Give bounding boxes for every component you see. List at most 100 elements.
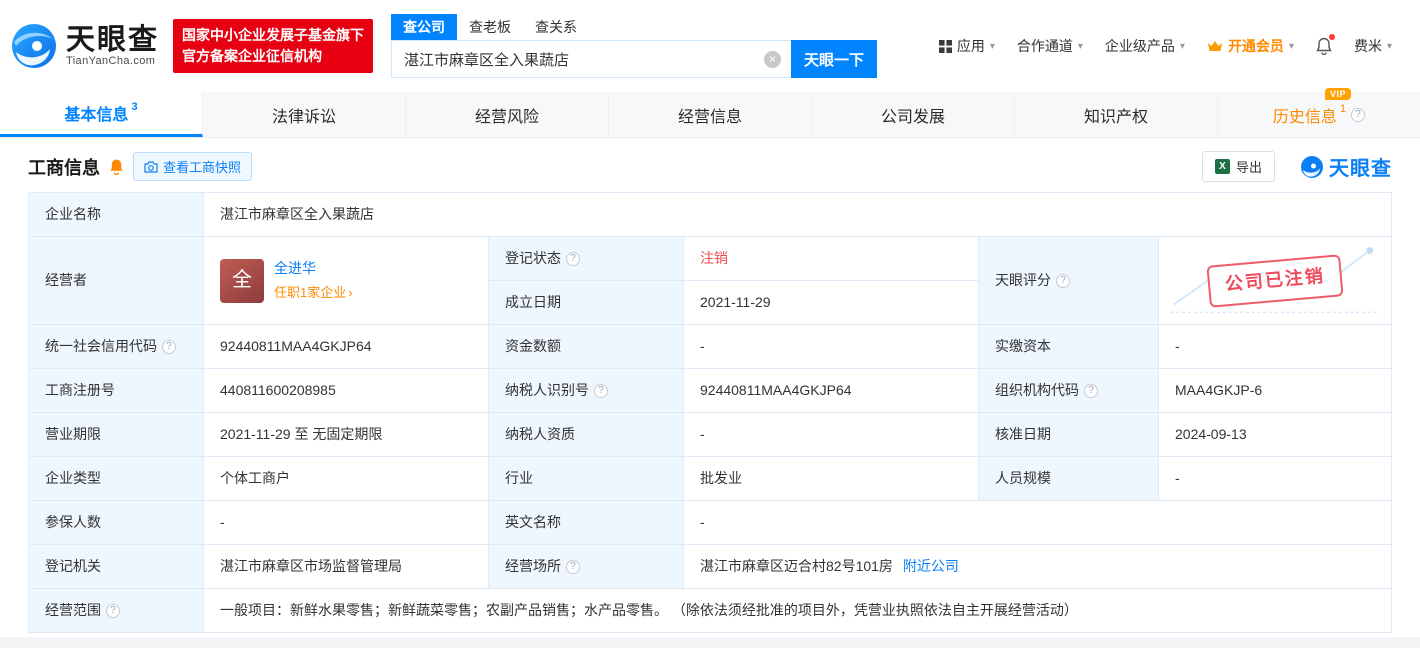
- tab-label: 知识产权: [1084, 103, 1148, 127]
- staff-size-value: -: [1159, 457, 1392, 501]
- search-input[interactable]: [392, 41, 791, 77]
- company-type-label: 企业类型: [29, 457, 204, 501]
- score-stamp-cell: 公司已注销: [1159, 237, 1392, 325]
- tab-label: 经营信息: [678, 103, 742, 127]
- section-title: 工商信息: [28, 154, 100, 180]
- tianyancha-logo[interactable]: 天眼查 TianYanCha.com: [10, 22, 159, 70]
- nav-cooperation[interactable]: 合作通道 ▾: [1017, 36, 1083, 56]
- staff-size-label: 人员规模: [979, 457, 1159, 501]
- business-scope-label: 经营范围?: [29, 589, 204, 633]
- search-area: 查公司 查老板 查关系 × 天眼一下: [391, 14, 877, 78]
- chevron-down-icon: ▾: [1289, 41, 1294, 52]
- clear-icon[interactable]: ×: [764, 51, 781, 68]
- help-icon[interactable]: ?: [1084, 384, 1098, 398]
- page-tabs: 基本信息 3 法律诉讼 经营风险 经营信息 公司发展 知识产权 VIP 历史信息…: [0, 92, 1420, 138]
- tab-basic-info[interactable]: 基本信息 3: [0, 92, 203, 137]
- help-icon[interactable]: ?: [594, 384, 608, 398]
- nav-vip[interactable]: 开通会员 ▾: [1207, 36, 1294, 56]
- business-place-address: 湛江市麻章区迈合村82号101房: [700, 556, 893, 578]
- help-icon[interactable]: ?: [1056, 274, 1070, 288]
- taxpayer-quality-value: -: [684, 413, 979, 457]
- snapshot-button[interactable]: 查看工商快照: [133, 152, 252, 181]
- export-button[interactable]: X 导出: [1202, 151, 1275, 182]
- camera-icon: [144, 161, 158, 173]
- tab-label: 基本信息: [64, 101, 128, 125]
- section-head: 工商信息 查看工商快照 X 导出 天眼查: [28, 151, 1392, 182]
- bell-icon: [1316, 37, 1332, 55]
- business-term-label: 营业期限: [29, 413, 204, 457]
- tab-operating-info[interactable]: 经营信息: [609, 92, 812, 137]
- tianyancha-watermark-icon: [1300, 155, 1324, 179]
- nav-apps-label: 应用: [957, 36, 985, 56]
- search-tab-company[interactable]: 查公司: [391, 14, 457, 40]
- nav-user[interactable]: 费米 ▾: [1354, 36, 1392, 56]
- tab-label: 历史信息: [1273, 103, 1337, 127]
- export-button-label: 导出: [1236, 157, 1262, 176]
- search-input-wrap: ×: [391, 40, 791, 78]
- help-icon[interactable]: ?: [566, 560, 580, 574]
- certification-badge: 国家中小企业发展子基金旗下 官方备案企业征信机构: [173, 19, 373, 73]
- chevron-down-icon: ▾: [1180, 41, 1185, 52]
- paid-capital-label: 实缴资本: [979, 325, 1159, 369]
- tab-label: 法律诉讼: [272, 103, 336, 127]
- tab-intellectual-property[interactable]: 知识产权: [1015, 92, 1218, 137]
- nav-apps[interactable]: 应用 ▾: [939, 36, 995, 56]
- capital-value: -: [684, 325, 979, 369]
- tab-company-development[interactable]: 公司发展: [812, 92, 1015, 137]
- brand-watermark: 天眼查: [1300, 152, 1392, 181]
- reg-number-label: 工商注册号: [29, 369, 204, 413]
- business-term-value: 2021-11-29 至 无固定期限: [204, 413, 489, 457]
- tab-label: 公司发展: [881, 103, 945, 127]
- help-icon[interactable]: ?: [566, 252, 580, 266]
- logo-subtitle: TianYanCha.com: [66, 55, 159, 67]
- nav-user-label: 费米: [1354, 36, 1382, 56]
- nav-enterprise[interactable]: 企业级产品 ▾: [1105, 36, 1185, 56]
- paid-capital-value: -: [1159, 325, 1392, 369]
- help-icon[interactable]: ?: [106, 604, 120, 618]
- excel-icon: X: [1215, 159, 1230, 174]
- nav-enterprise-label: 企业级产品: [1105, 36, 1175, 56]
- crown-icon: [1207, 40, 1223, 52]
- operator-name-link[interactable]: 全进华: [274, 258, 353, 280]
- english-name-value: -: [684, 501, 1392, 545]
- operator-label: 经营者: [29, 237, 204, 325]
- tab-history-info[interactable]: VIP 历史信息 1 ?: [1218, 92, 1420, 137]
- search-tab-boss[interactable]: 查老板: [457, 14, 523, 40]
- nav-cooperation-label: 合作通道: [1017, 36, 1073, 56]
- industry-value: 批发业: [684, 457, 979, 501]
- subscribe-bell-icon[interactable]: [109, 158, 124, 175]
- org-code-label: 组织机构代码?: [979, 369, 1159, 413]
- english-name-label: 英文名称: [489, 501, 684, 545]
- search-button[interactable]: 天眼一下: [791, 40, 877, 78]
- tab-count: 1: [1340, 103, 1346, 115]
- brand-watermark-label: 天眼查: [1329, 152, 1392, 181]
- tab-label: 经营风险: [475, 103, 539, 127]
- taxpayer-id-value: 92440811MAA4GKJP64: [684, 369, 979, 413]
- help-icon[interactable]: ?: [1351, 108, 1365, 122]
- apps-grid-icon: [939, 40, 952, 53]
- taxpayer-quality-label: 纳税人资质: [489, 413, 684, 457]
- vip-badge: VIP: [1325, 88, 1351, 100]
- reg-authority-label: 登记机关: [29, 545, 204, 589]
- operator-jobs-link[interactable]: 任职1家企业 ›: [274, 283, 353, 303]
- header: 天眼查 TianYanCha.com 国家中小企业发展子基金旗下 官方备案企业征…: [0, 0, 1420, 92]
- operator-cell: 全 全进华 任职1家企业 ›: [204, 237, 489, 325]
- tab-operating-risk[interactable]: 经营风险: [406, 92, 609, 137]
- search-tab-relation[interactable]: 查关系: [523, 14, 589, 40]
- approval-date-label: 核准日期: [979, 413, 1159, 457]
- tab-legal-proceedings[interactable]: 法律诉讼: [203, 92, 406, 137]
- tab-count: 3: [131, 101, 137, 113]
- top-nav: 应用 ▾ 合作通道 ▾ 企业级产品 ▾ 开通会员 ▾ 费米 ▾: [939, 36, 1392, 56]
- notification-bell[interactable]: [1316, 37, 1332, 55]
- search-row: × 天眼一下: [391, 40, 877, 78]
- reg-authority-value: 湛江市麻章区市场监督管理局: [204, 545, 489, 589]
- credit-code-label: 统一社会信用代码?: [29, 325, 204, 369]
- operator-avatar[interactable]: 全: [220, 259, 264, 303]
- help-icon[interactable]: ?: [162, 340, 176, 354]
- business-scope-value: 一般项目：新鲜水果零售；新鲜蔬菜零售；农副产品销售；水产品零售。 （除依法须经批…: [204, 589, 1392, 633]
- nearby-companies-link[interactable]: 附近公司: [903, 556, 959, 578]
- insured-count-value: -: [204, 501, 489, 545]
- deregistered-stamp: 公司已注销: [1206, 254, 1343, 307]
- industry-label: 行业: [489, 457, 684, 501]
- insured-count-label: 参保人数: [29, 501, 204, 545]
